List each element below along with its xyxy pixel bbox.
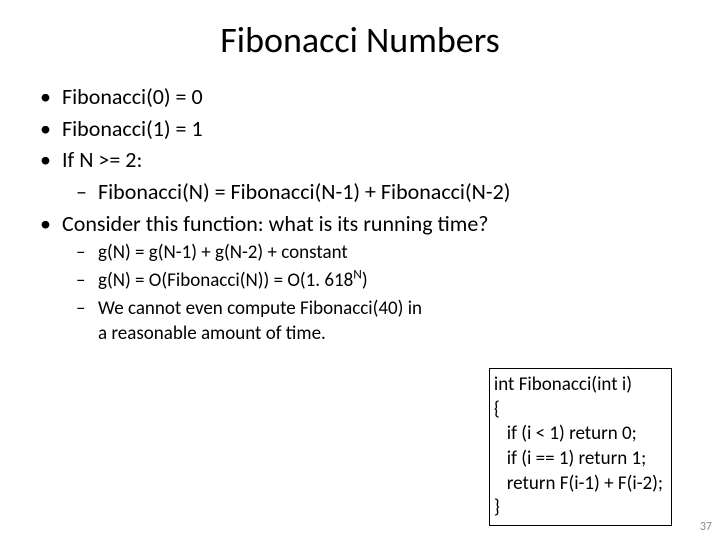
slide-content: Fibonacci(0) = 0 Fibonacci(1) = 1 If N >… bbox=[0, 82, 720, 347]
code-line-5: return F(i-1) + F(i-2); bbox=[494, 472, 663, 497]
code-box: int Fibonacci(int i) { if (i < 1) return… bbox=[489, 368, 672, 526]
bullet-fib0: Fibonacci(0) = 0 bbox=[36, 82, 690, 112]
code-line-6: } bbox=[494, 496, 663, 521]
code-line-4: if (i == 1) return 1; bbox=[494, 447, 663, 472]
bullet-ifn: If N >= 2: bbox=[36, 145, 690, 175]
slide-title: Fibonacci Numbers bbox=[0, 0, 720, 82]
bullet-fib1: Fibonacci(1) = 1 bbox=[36, 114, 690, 144]
code-line-1: int Fibonacci(int i) bbox=[494, 373, 663, 398]
bigo-pre: g(N) = O(Fibonacci(N)) = O(1. 618 bbox=[98, 269, 353, 292]
bullet-fib40: We cannot even compute Fibonacci(40) in … bbox=[36, 296, 426, 347]
bullet-gn-recurrence: g(N) = g(N-1) + g(N-2) + constant bbox=[36, 240, 690, 266]
bullet-recurrence: Fibonacci(N) = Fibonacci(N-1) + Fibonacc… bbox=[36, 177, 690, 207]
page-number: 37 bbox=[700, 520, 712, 534]
code-line-2: { bbox=[494, 398, 663, 423]
code-line-3: if (i < 1) return 0; bbox=[494, 422, 663, 447]
bullet-consider: Consider this function: what is its runn… bbox=[36, 209, 690, 239]
bigo-exponent: N bbox=[353, 266, 362, 283]
bigo-post: ) bbox=[362, 269, 368, 292]
bullet-gn-bigo: g(N) = O(Fibonacci(N)) = O(1. 618N) bbox=[36, 268, 690, 294]
